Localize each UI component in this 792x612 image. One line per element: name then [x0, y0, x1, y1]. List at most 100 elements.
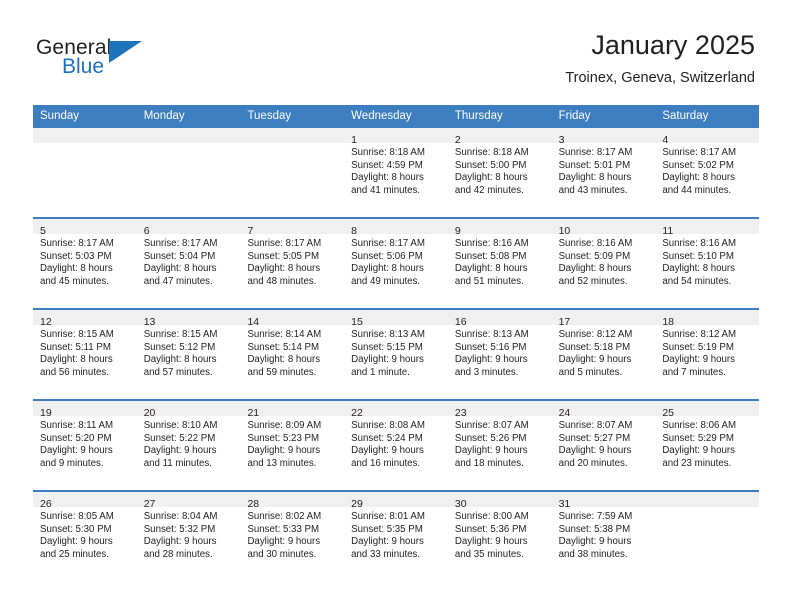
day-number-band: 15 — [344, 310, 448, 328]
day-cell-21[interactable]: 21 Sunrise: 8:09 AM Sunset: 5:23 PM Dayligh… — [240, 401, 345, 490]
day-cell-13[interactable]: 13 Sunrise: 8:15 AM Sunset: 5:12 PM Dayligh… — [136, 310, 241, 399]
day-details: Sunrise: 8:12 AM Sunset: 5:19 PM Daylight:… — [655, 325, 759, 379]
day-detail-line: Sunrise: 8:17 AM — [662, 147, 737, 158]
day-details: Sunrise: 8:10 AM Sunset: 5:22 PM Daylight:… — [137, 416, 241, 470]
day-number-band: 26 — [33, 492, 137, 510]
day-detail-line: and 1 minute. — [351, 366, 410, 378]
day-details: Sunrise: 8:09 AM Sunset: 5:23 PM Daylight:… — [240, 416, 344, 470]
day-number-band: 30 — [447, 492, 552, 510]
day-number: 31 — [558, 498, 571, 510]
day-number-band: 27 — [136, 492, 241, 510]
day-details: Sunrise: 8:13 AM Sunset: 5:16 PM Daylight:… — [448, 325, 552, 379]
day-cell-9[interactable]: 9 Sunrise: 8:16 AM Sunset: 5:08 PM Daylight… — [447, 219, 552, 308]
day-cell-10[interactable]: 10 Sunrise: 8:16 AM Sunset: 5:09 PM Dayligh… — [551, 219, 656, 308]
day-detail-line: Sunset: 5:23 PM — [247, 432, 320, 444]
day-number: 13 — [143, 316, 156, 328]
day-details: Sunrise: 8:11 AM Sunset: 5:20 PM Daylight:… — [33, 416, 137, 470]
day-detail-line: Daylight: 9 hours — [662, 354, 736, 366]
day-detail-line: Sunset: 5:18 PM — [558, 341, 631, 353]
weekday-header-wednesday: Wednesday — [351, 110, 412, 122]
day-detail-line: Sunset: 5:32 PM — [143, 523, 216, 535]
day-detail-line: Sunrise: 8:17 AM — [351, 238, 425, 249]
day-detail-line: and 25 minutes. — [40, 548, 109, 560]
day-detail-line: Sunrise: 8:06 AM — [662, 420, 737, 431]
day-details — [33, 143, 137, 147]
day-detail-line: Daylight: 9 hours — [351, 536, 424, 548]
day-detail-line: Sunset: 5:15 PM — [351, 341, 423, 353]
day-cell-19[interactable]: 19 Sunrise: 8:11 AM Sunset: 5:20 PM Dayligh… — [33, 401, 137, 490]
day-cell-11[interactable]: 11 Sunrise: 8:16 AM Sunset: 5:10 PM Dayligh… — [655, 219, 760, 308]
day-detail-line: and 48 minutes. — [247, 275, 317, 287]
day-number-band: 17 — [551, 310, 656, 328]
day-number-band — [33, 128, 137, 143]
day-cell-14[interactable]: 14 Sunrise: 8:14 AM Sunset: 5:14 PM Dayligh… — [240, 310, 345, 399]
day-detail-line: Daylight: 8 hours — [454, 263, 528, 275]
day-detail-line: and 23 minutes. — [662, 457, 732, 469]
day-cell-22[interactable]: 22 Sunrise: 8:08 AM Sunset: 5:24 PM Dayligh… — [344, 401, 448, 490]
day-number-band: 3 — [551, 128, 656, 146]
day-detail-line: Daylight: 9 hours — [40, 445, 113, 457]
day-cell-26[interactable]: 26 Sunrise: 8:05 AM Sunset: 5:30 PM Dayligh… — [33, 492, 137, 581]
day-number-band — [136, 128, 241, 143]
day-cell-3[interactable]: 3 Sunrise: 8:17 AM Sunset: 5:01 PM Daylight… — [551, 128, 656, 217]
day-cell-7[interactable]: 7 Sunrise: 8:17 AM Sunset: 5:05 PM Daylight… — [240, 219, 345, 308]
day-number: 20 — [143, 407, 156, 419]
day-details: Sunrise: 8:16 AM Sunset: 5:09 PM Daylight:… — [552, 234, 656, 288]
day-detail-line: and 51 minutes. — [454, 275, 524, 287]
day-detail-line: and 35 minutes. — [454, 548, 524, 560]
day-details: Sunrise: 8:05 AM Sunset: 5:30 PM Daylight:… — [33, 507, 137, 561]
weekday-header-thursday: Thursday — [454, 110, 503, 122]
day-cell-24[interactable]: 24 Sunrise: 8:07 AM Sunset: 5:27 PM Dayligh… — [551, 401, 656, 490]
calendar-grid: Sunday Monday Tuesday Wednesday Thursday Frid… — [33, 105, 760, 581]
day-number-band: 7 — [240, 219, 345, 237]
day-cell-30[interactable]: 30 Sunrise: 8:00 AM Sunset: 5:36 PM Dayligh… — [447, 492, 552, 581]
day-cell-12[interactable]: 12 Sunrise: 8:15 AM Sunset: 5:11 PM Dayligh… — [33, 310, 137, 399]
day-cell-2[interactable]: 2 Sunrise: 8:18 AM Sunset: 5:00 PM Daylight… — [447, 128, 552, 217]
day-detail-line: Sunset: 5:19 PM — [662, 341, 734, 353]
day-detail-line: Sunset: 5:36 PM — [454, 523, 527, 535]
day-cell-15[interactable]: 15 Sunrise: 8:13 AM Sunset: 5:15 PM Dayligh… — [344, 310, 448, 399]
day-detail-line: Daylight: 9 hours — [143, 445, 217, 457]
day-number-band: 22 — [344, 401, 448, 419]
day-detail-line: Daylight: 9 hours — [247, 445, 321, 457]
day-detail-line: and 42 minutes. — [454, 184, 524, 196]
day-cell-20[interactable]: 20 Sunrise: 8:10 AM Sunset: 5:22 PM Dayligh… — [136, 401, 241, 490]
day-cell-5[interactable]: 5 Sunrise: 8:17 AM Sunset: 5:03 PM Daylight… — [33, 219, 137, 308]
day-detail-line: Daylight: 8 hours — [662, 172, 736, 184]
day-detail-line: Sunrise: 8:02 AM — [247, 511, 322, 522]
day-details: Sunrise: 8:16 AM Sunset: 5:10 PM Daylight:… — [655, 234, 759, 288]
day-cell-16[interactable]: 16 Sunrise: 8:13 AM Sunset: 5:16 PM Dayligh… — [447, 310, 552, 399]
day-number: 14 — [247, 316, 260, 328]
day-details — [655, 507, 759, 511]
day-number: 25 — [662, 407, 674, 419]
day-detail-line: Sunrise: 8:18 AM — [351, 147, 425, 158]
day-cell-8[interactable]: 8 Sunrise: 8:17 AM Sunset: 5:06 PM Daylight… — [344, 219, 448, 308]
day-number: 1 — [351, 134, 357, 146]
day-details: Sunrise: 8:01 AM Sunset: 5:35 PM Daylight:… — [344, 507, 448, 561]
day-number: 6 — [143, 225, 150, 237]
day-cell-17[interactable]: 17 Sunrise: 8:12 AM Sunset: 5:18 PM Dayligh… — [551, 310, 656, 399]
day-cell-1[interactable]: 1 Sunrise: 8:18 AM Sunset: 4:59 PM Daylight… — [344, 128, 448, 217]
day-cell-18[interactable]: 18 Sunrise: 8:12 AM Sunset: 5:19 PM Dayligh… — [655, 310, 760, 399]
day-cell-29[interactable]: 29 Sunrise: 8:01 AM Sunset: 5:35 PM Dayligh… — [344, 492, 448, 581]
day-details: Sunrise: 8:08 AM Sunset: 5:24 PM Daylight:… — [344, 416, 448, 470]
day-number-band: 19 — [33, 401, 137, 419]
day-details: Sunrise: 8:17 AM Sunset: 5:02 PM Daylight:… — [655, 143, 759, 197]
day-detail-line: Sunrise: 8:15 AM — [143, 329, 218, 340]
day-cell-28[interactable]: 28 Sunrise: 8:02 AM Sunset: 5:33 PM Dayligh… — [240, 492, 345, 581]
calendar-week-row: 19 Sunrise: 8:11 AM Sunset: 5:20 PM Dayligh… — [33, 399, 760, 490]
day-cell-27[interactable]: 27 Sunrise: 8:04 AM Sunset: 5:32 PM Dayligh… — [136, 492, 241, 581]
day-number-band: 20 — [136, 401, 241, 419]
day-cell-4[interactable]: 4 Sunrise: 8:17 AM Sunset: 5:02 PM Daylight… — [655, 128, 760, 217]
calendar-week-row: 12 Sunrise: 8:15 AM Sunset: 5:11 PM Dayligh… — [33, 308, 760, 399]
day-cell-31[interactable]: 31 Sunrise: 7:59 AM Sunset: 5:38 PM Dayligh… — [551, 492, 656, 581]
day-cell-6[interactable]: 6 Sunrise: 8:17 AM Sunset: 5:04 PM Daylight… — [136, 219, 241, 308]
day-cell-25[interactable]: 25 Sunrise: 8:06 AM Sunset: 5:29 PM Dayligh… — [655, 401, 760, 490]
day-number: 23 — [454, 407, 467, 419]
day-detail-line: and 54 minutes. — [662, 275, 732, 287]
day-cell-23[interactable]: 23 Sunrise: 8:07 AM Sunset: 5:26 PM Dayligh… — [447, 401, 552, 490]
brand-logo[interactable]: General Blue — [36, 36, 236, 90]
day-number-band: 25 — [655, 401, 760, 419]
day-detail-line: and 38 minutes. — [558, 548, 628, 560]
day-number-band: 11 — [655, 219, 760, 237]
